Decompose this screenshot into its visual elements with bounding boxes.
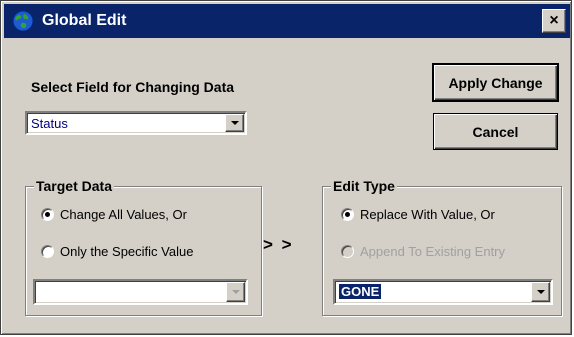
chevron-down-icon (230, 121, 239, 125)
field-select-value: Status (31, 116, 68, 131)
target-data-title: Target Data (34, 178, 114, 194)
direction-arrows: > > (263, 235, 294, 254)
edit-type-title: Edit Type (331, 178, 397, 194)
target-value-dropdown[interactable] (226, 282, 245, 302)
radio-append-label: Append To Existing Entry (360, 244, 506, 259)
field-select-dropdown[interactable] (225, 114, 244, 132)
cancel-label: Cancel (472, 123, 519, 140)
close-button[interactable]: × (542, 9, 566, 33)
radio-replace-label: Replace With Value, Or (360, 207, 495, 222)
radio-button[interactable] (41, 245, 54, 258)
chevron-down-icon (231, 290, 240, 294)
radio-change-all-label: Change All Values, Or (60, 207, 187, 222)
target-value-select[interactable] (33, 279, 248, 305)
apply-change-label: Apply Change (448, 74, 543, 91)
radio-specific-value[interactable]: Only the Specific Value (41, 244, 193, 259)
global-edit-dialog: Global Edit × Select Field for Changing … (0, 0, 572, 335)
radio-button-checked[interactable] (41, 208, 54, 221)
close-icon: × (549, 12, 559, 29)
cancel-button[interactable]: Cancel (433, 113, 558, 150)
edit-value-select[interactable]: GONE (333, 279, 553, 305)
radio-replace[interactable]: Replace With Value, Or (341, 207, 495, 222)
edit-value: GONE (339, 284, 382, 299)
radio-change-all[interactable]: Change All Values, Or (41, 207, 187, 222)
window-title: Global Edit (42, 12, 127, 29)
edit-value-text: GONE (339, 284, 382, 299)
chevron-down-icon (536, 290, 545, 294)
apply-change-button[interactable]: Apply Change (432, 63, 559, 102)
radio-button-checked[interactable] (341, 208, 354, 221)
radio-append[interactable]: Append To Existing Entry (341, 244, 505, 259)
field-select[interactable]: Status (25, 111, 247, 135)
radio-specific-value-label: Only the Specific Value (60, 244, 194, 259)
radio-button-disabled[interactable] (341, 245, 354, 258)
globe-icon (12, 10, 34, 32)
edit-value-dropdown[interactable] (531, 282, 550, 302)
title-bar[interactable]: Global Edit × (4, 4, 570, 38)
select-field-label: Select Field for Changing Data (31, 79, 235, 95)
